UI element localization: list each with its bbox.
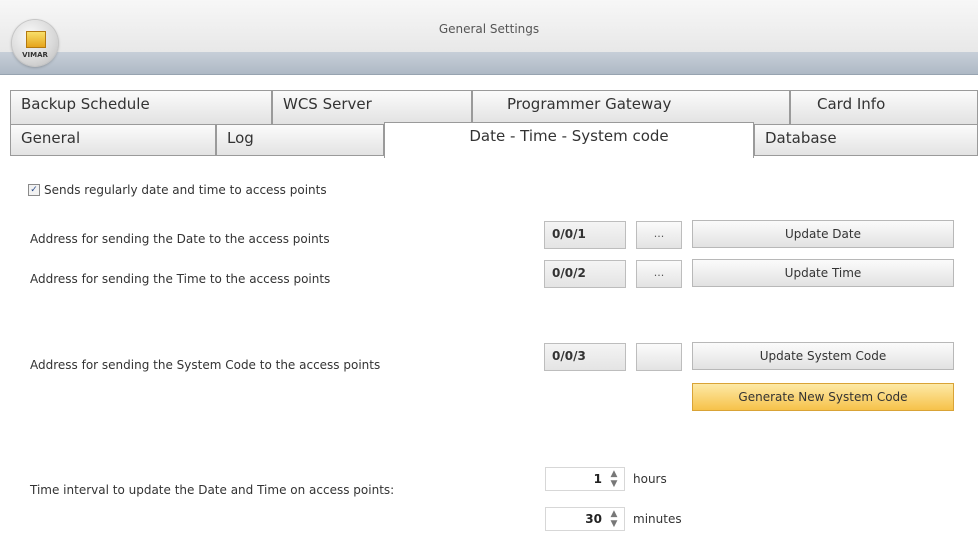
hours-spinner[interactable]: 1 ▲ ▼: [545, 467, 625, 491]
time-address-browse-button[interactable]: ...: [636, 260, 682, 288]
time-address-label: Address for sending the Time to the acce…: [30, 272, 331, 286]
quick-access-toolbar: [0, 52, 978, 75]
minutes-spinner[interactable]: 30 ▲ ▼: [545, 507, 625, 531]
hours-unit-label: hours: [633, 472, 667, 486]
date-address-field[interactable]: 0/0/1: [544, 221, 626, 249]
system-code-address-field[interactable]: 0/0/3: [544, 343, 626, 371]
minutes-unit-label: minutes: [633, 512, 682, 526]
generate-system-code-button[interactable]: Generate New System Code: [692, 383, 954, 411]
tab-database[interactable]: Database: [754, 124, 978, 156]
update-interval-label: Time interval to update the Date and Tim…: [30, 483, 395, 497]
application-button[interactable]: VIMAR: [12, 20, 58, 66]
settings-tabs: Backup Schedule WCS Server Programmer Ga…: [10, 90, 978, 158]
tab-date-time-system-code[interactable]: Date - Time - System code: [384, 122, 754, 158]
system-code-browse-button[interactable]: [636, 343, 682, 371]
time-address-field[interactable]: 0/0/2: [544, 260, 626, 288]
update-system-code-button[interactable]: Update System Code: [692, 342, 954, 370]
send-date-time-label: Sends regularly date and time to access …: [44, 183, 327, 197]
minutes-value: 30: [585, 512, 602, 526]
tab-programmer-gateway[interactable]: Programmer Gateway: [472, 90, 790, 124]
tab-log[interactable]: Log: [216, 124, 384, 156]
date-address-browse-button[interactable]: ...: [636, 221, 682, 249]
tab-wcs-server[interactable]: WCS Server: [272, 90, 472, 124]
spinner-arrows-icon[interactable]: ▲ ▼: [607, 509, 621, 529]
tab-backup-schedule[interactable]: Backup Schedule: [10, 90, 272, 124]
tab-card-info[interactable]: Card Info: [790, 90, 978, 124]
update-date-button[interactable]: Update Date: [692, 220, 954, 248]
system-code-address-label: Address for sending the System Code to t…: [30, 358, 381, 372]
update-time-button[interactable]: Update Time: [692, 259, 954, 287]
date-address-label: Address for sending the Date to the acce…: [30, 232, 330, 246]
send-date-time-checkbox[interactable]: ✓: [28, 184, 40, 196]
tab-general[interactable]: General: [10, 124, 216, 156]
spinner-arrows-icon[interactable]: ▲ ▼: [607, 469, 621, 489]
title-bar: General Settings: [0, 0, 978, 52]
window-title: General Settings: [438, 22, 540, 36]
app-logo-text: VIMAR: [22, 51, 48, 59]
hours-value: 1: [593, 472, 602, 486]
app-logo-icon: [26, 31, 46, 48]
